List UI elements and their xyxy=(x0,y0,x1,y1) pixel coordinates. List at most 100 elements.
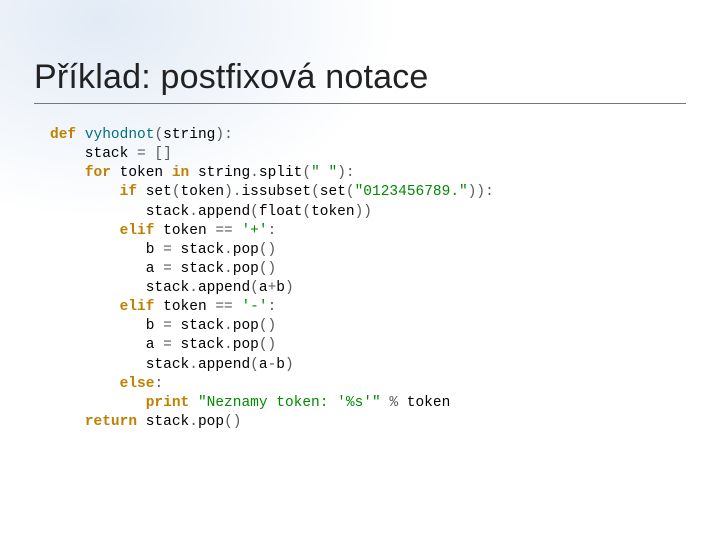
code-token: ) xyxy=(337,165,346,181)
code-token: ( xyxy=(250,204,259,220)
code-token: ( xyxy=(172,184,181,200)
code-token: token xyxy=(398,395,450,411)
code-token: token xyxy=(120,165,172,181)
code-token: b xyxy=(276,280,285,296)
code-token: - xyxy=(268,357,277,373)
code-token: stack xyxy=(172,242,224,258)
code-token: . xyxy=(224,318,233,334)
code-token: token xyxy=(311,204,355,220)
code-token: . xyxy=(189,280,198,296)
title-underline xyxy=(34,103,686,104)
code-token: % xyxy=(389,395,398,411)
code-token: [] xyxy=(154,146,171,162)
code-token: ) xyxy=(285,357,294,373)
code-example: def vyhodnot(string): stack = [] for tok… xyxy=(50,126,660,432)
code-token: pop xyxy=(233,337,259,353)
code-token: ) xyxy=(224,184,233,200)
code-token: stack xyxy=(50,204,189,220)
code-token: stack xyxy=(50,280,189,296)
code-token: elif xyxy=(120,299,164,315)
code-token: () xyxy=(259,261,276,277)
code-token: ( xyxy=(250,357,259,373)
code-token: == xyxy=(215,299,232,315)
code-token: '+' xyxy=(241,223,267,239)
code-token: ( xyxy=(302,165,311,181)
code-token: b xyxy=(276,357,285,373)
code-token: : xyxy=(485,184,494,200)
code-token: ( xyxy=(311,184,320,200)
code-token: stack xyxy=(172,318,224,334)
code-line: stack.append(a+b) xyxy=(50,279,660,298)
code-token: . xyxy=(189,414,198,430)
code-token: stack xyxy=(146,414,190,430)
code-token: == xyxy=(215,223,232,239)
code-line: elif token == '-': xyxy=(50,298,660,317)
code-token: "0123456789." xyxy=(355,184,468,200)
code-token: return xyxy=(85,414,146,430)
code-token: ) xyxy=(215,127,224,143)
code-token: ( xyxy=(302,204,311,220)
code-token xyxy=(50,184,120,200)
code-token: token xyxy=(181,184,225,200)
code-token: ( xyxy=(346,184,355,200)
code-line: print "Neznamy token: '%s'" % token xyxy=(50,394,660,413)
code-token: a xyxy=(259,280,268,296)
code-token: ( xyxy=(154,127,163,143)
code-token: in xyxy=(172,165,198,181)
title-section: Příklad: postfixová notace xyxy=(34,58,686,104)
code-token: for xyxy=(85,165,120,181)
code-token xyxy=(50,165,85,181)
code-token: )) xyxy=(468,184,485,200)
code-token: token xyxy=(163,223,215,239)
code-token: string xyxy=(198,165,250,181)
code-token: ) xyxy=(285,280,294,296)
code-token: = xyxy=(163,318,172,334)
code-token: append xyxy=(198,204,250,220)
code-line: if set(token).issubset(set("0123456789."… xyxy=(50,183,660,202)
code-token: token xyxy=(163,299,215,315)
code-token: float xyxy=(259,204,303,220)
code-token: . xyxy=(224,261,233,277)
code-token: pop xyxy=(233,261,259,277)
code-token: print xyxy=(146,395,198,411)
code-token: pop xyxy=(233,318,259,334)
code-line: return stack.pop() xyxy=(50,413,660,432)
code-token: issubset xyxy=(241,184,311,200)
code-token: stack xyxy=(50,146,137,162)
code-token: . xyxy=(224,337,233,353)
code-line: for token in string.split(" "): xyxy=(50,164,660,183)
code-token: pop xyxy=(233,242,259,258)
code-line: stack.append(a-b) xyxy=(50,356,660,375)
code-token xyxy=(50,414,85,430)
code-token: pop xyxy=(198,414,224,430)
code-line: b = stack.pop() xyxy=(50,241,660,260)
code-token: = xyxy=(137,146,146,162)
code-token: () xyxy=(259,318,276,334)
code-line: b = stack.pop() xyxy=(50,317,660,336)
code-token xyxy=(50,395,146,411)
code-token: . xyxy=(189,357,198,373)
code-token: : xyxy=(224,127,233,143)
code-token: b xyxy=(50,318,163,334)
code-token: a xyxy=(259,357,268,373)
code-token: + xyxy=(268,280,277,296)
code-token xyxy=(50,376,120,392)
code-token: a xyxy=(50,261,163,277)
code-token: append xyxy=(198,357,250,373)
code-token: . xyxy=(189,204,198,220)
code-token: ( xyxy=(250,280,259,296)
code-token: def xyxy=(50,127,85,143)
code-token: stack xyxy=(50,357,189,373)
code-token: () xyxy=(259,337,276,353)
code-token: if xyxy=(120,184,146,200)
code-token: split xyxy=(259,165,303,181)
code-token: vyhodnot xyxy=(85,127,155,143)
code-token: '-' xyxy=(241,299,267,315)
code-token: = xyxy=(163,261,172,277)
code-token: () xyxy=(259,242,276,258)
code-token: append xyxy=(198,280,250,296)
code-token: elif xyxy=(120,223,164,239)
code-token: "Neznamy token: '%s'" xyxy=(198,395,381,411)
code-token: string xyxy=(163,127,215,143)
code-token: stack xyxy=(172,261,224,277)
